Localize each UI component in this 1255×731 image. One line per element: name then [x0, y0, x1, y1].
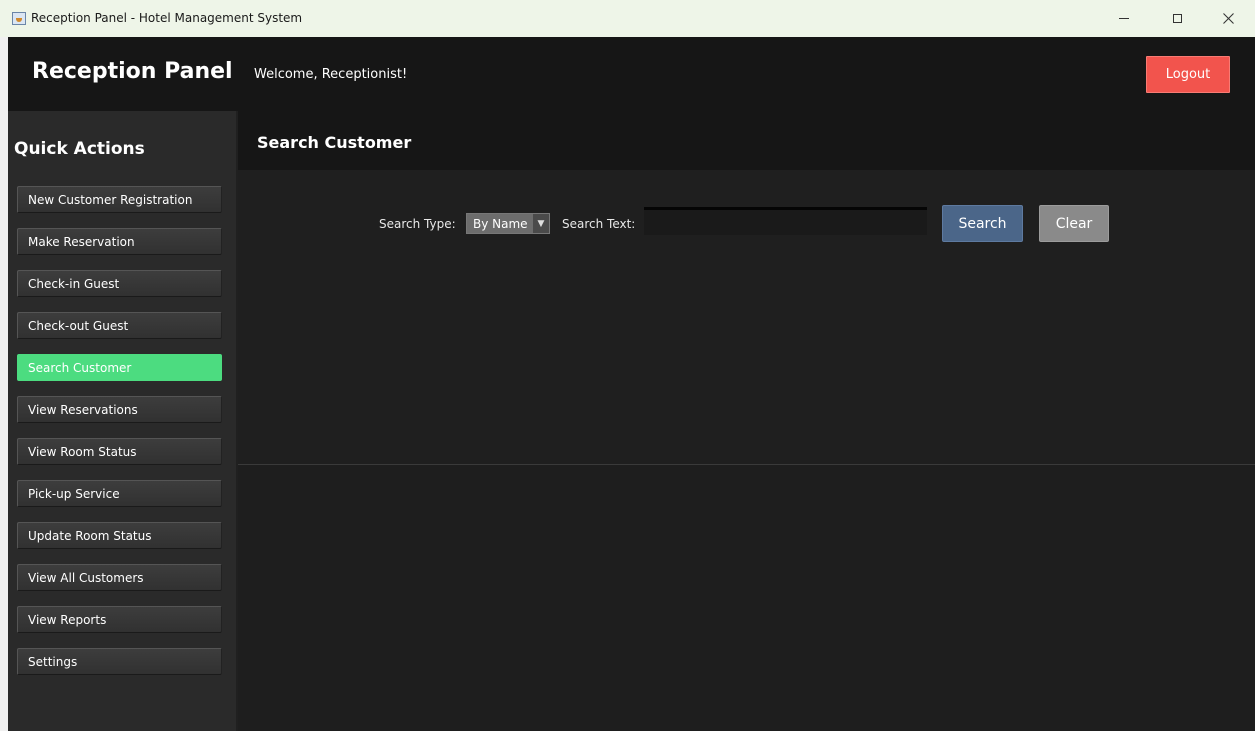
results-area — [238, 464, 1255, 731]
chevron-down-icon: ▼ — [533, 214, 549, 233]
close-button[interactable] — [1205, 0, 1251, 37]
window-border — [0, 37, 8, 731]
minimize-icon — [1119, 18, 1129, 19]
page-title: Search Customer — [257, 133, 412, 152]
close-icon — [1222, 13, 1234, 24]
welcome-text: Welcome, Receptionist! — [254, 67, 408, 82]
sidebar-title: Quick Actions — [14, 139, 145, 159]
minimize-button[interactable] — [1101, 0, 1147, 37]
maximize-icon — [1172, 14, 1182, 23]
sidebar-item-pick-up-service[interactable]: Pick-up Service — [17, 480, 222, 507]
content-header: Search Customer — [238, 111, 1255, 170]
clear-button[interactable]: Clear — [1039, 205, 1109, 242]
java-app-icon — [12, 12, 26, 25]
logout-button[interactable]: Logout — [1146, 56, 1230, 93]
sidebar-item-view-reservations[interactable]: View Reservations — [17, 396, 222, 423]
app-window: Reception Panel - Hotel Management Syste… — [0, 0, 1255, 731]
search-type-value: By Name — [473, 217, 528, 231]
sidebar-item-check-in-guest[interactable]: Check-in Guest — [17, 270, 222, 297]
brand-title: Reception Panel — [32, 59, 233, 84]
title-bar: Reception Panel - Hotel Management Syste… — [0, 0, 1255, 37]
sidebar-item-view-all-customers[interactable]: View All Customers — [17, 564, 222, 591]
search-panel: Search Type: By Name ▼ Search Text: Sear… — [238, 170, 1255, 464]
search-button[interactable]: Search — [942, 205, 1023, 242]
sidebar-item-search-customer[interactable]: Search Customer — [17, 354, 222, 381]
sidebar-item-view-reports[interactable]: View Reports — [17, 606, 222, 633]
maximize-button[interactable] — [1154, 0, 1200, 37]
sidebar-item-view-room-status[interactable]: View Room Status — [17, 438, 222, 465]
search-text-label: Search Text: — [562, 217, 636, 231]
app-header: Reception Panel Welcome, Receptionist! L… — [8, 37, 1255, 111]
search-input[interactable] — [644, 207, 927, 235]
sidebar-item-update-room-status[interactable]: Update Room Status — [17, 522, 222, 549]
window-title: Reception Panel - Hotel Management Syste… — [31, 11, 303, 25]
search-type-label: Search Type: — [379, 217, 456, 231]
sidebar: Quick Actions New Customer Registration … — [8, 111, 238, 731]
sidebar-item-new-customer-registration[interactable]: New Customer Registration — [17, 186, 222, 213]
search-type-select[interactable]: By Name ▼ — [466, 213, 550, 234]
sidebar-item-make-reservation[interactable]: Make Reservation — [17, 228, 222, 255]
sidebar-item-check-out-guest[interactable]: Check-out Guest — [17, 312, 222, 339]
sidebar-item-settings[interactable]: Settings — [17, 648, 222, 675]
